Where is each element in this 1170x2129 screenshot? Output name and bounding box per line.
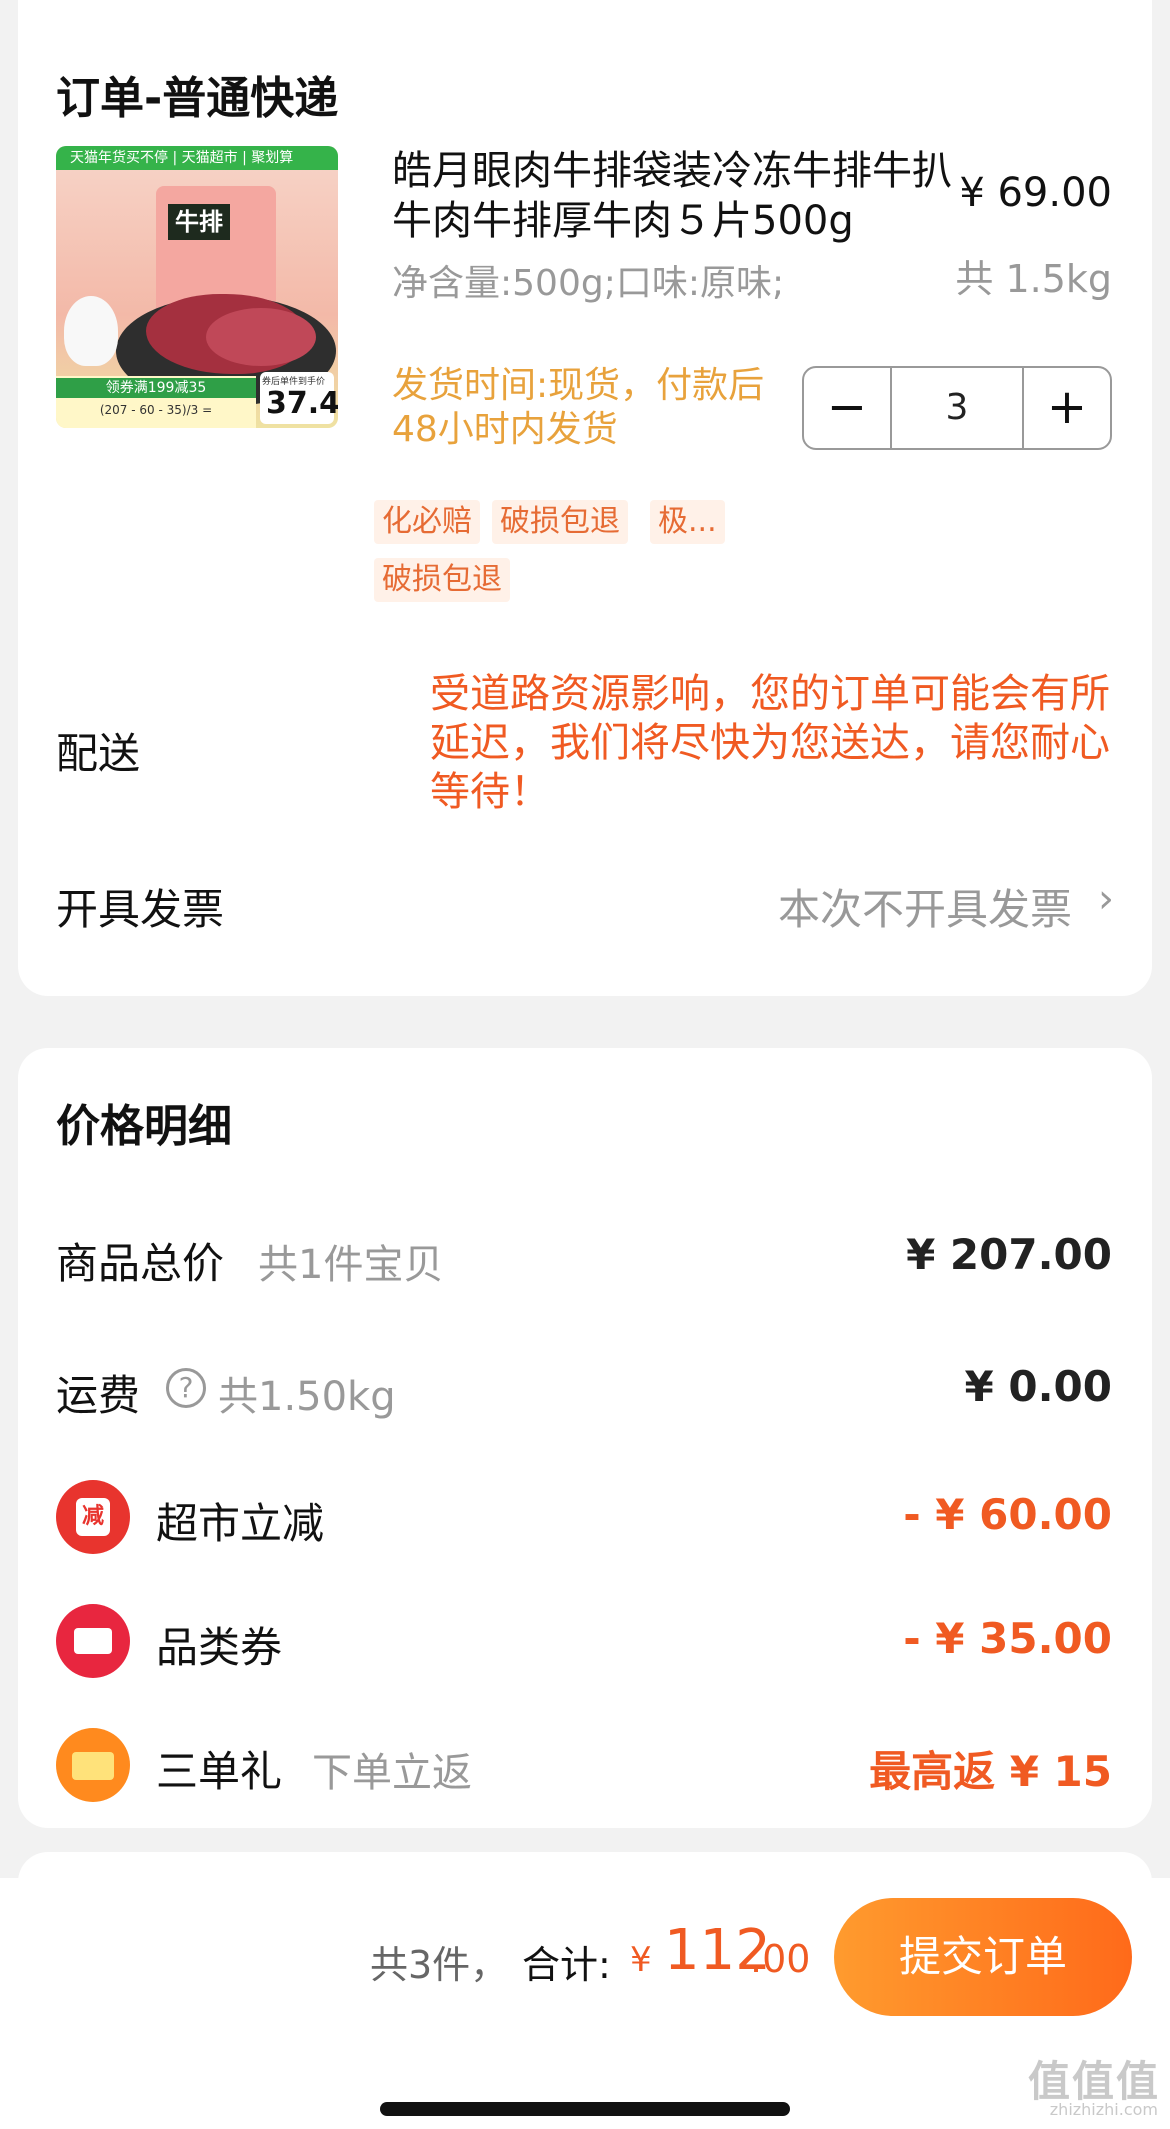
total-count: 共3件， xyxy=(370,1943,509,1987)
thumb-coupon-calc: (207 - 60 - 35)/3 = xyxy=(99,403,213,417)
thumb-bag-label: 牛排 xyxy=(168,204,230,240)
product-shipping-time: 发货时间:现货，付款后48小时内发货 xyxy=(392,365,765,450)
quantity-plus-button[interactable]: + xyxy=(1024,368,1110,448)
three-order-gift-value[interactable]: 最高返 ¥ 15 xyxy=(869,1738,1112,1799)
reduce-badge-icon: 减 xyxy=(56,1480,130,1554)
invoice-label[interactable]: 开具发票 xyxy=(56,876,224,937)
delivery-note: 受道路资源影响，您的订单可能会有所延迟，我们将尽快为您送达，请您耐心等待！ xyxy=(430,671,1110,815)
chevron-right-icon[interactable]: › xyxy=(1098,876,1114,922)
supermarket-discount-value: - ¥ 60.00 xyxy=(903,1490,1112,1539)
product-spec: 净含量:500g;口味:原味; xyxy=(392,263,785,304)
three-order-gift-label[interactable]: 三单礼 xyxy=(156,1738,282,1799)
quantity-stepper: − 3 + xyxy=(802,366,1112,450)
supermarket-discount-label: 超市立减 xyxy=(156,1499,325,1548)
thumb-mascot xyxy=(64,296,118,366)
shipping-weight: 共1.50kg xyxy=(218,1374,396,1420)
ticket-icon xyxy=(56,1604,130,1678)
goods-total-count: 共1件宝贝 xyxy=(258,1242,444,1288)
thumb-price: 37.4 xyxy=(266,386,338,421)
shipping-fee-label: 运费 xyxy=(56,1371,141,1420)
service-tag[interactable]: 破损包退 xyxy=(492,500,628,544)
total-amount-decimal: .00 xyxy=(750,1937,811,1981)
service-tag[interactable]: 化必赔 xyxy=(374,500,480,544)
invoice-value[interactable]: 本次不开具发票 xyxy=(778,876,1072,937)
service-tag[interactable]: 破损包退 xyxy=(374,558,510,602)
total-currency: ¥ xyxy=(630,1940,652,1980)
category-coupon-value[interactable]: - ¥ 35.00 xyxy=(903,1614,1112,1663)
shipping-fee-value: ¥ 0.00 xyxy=(964,1362,1112,1411)
order-card: 订单-普通快递 天猫年货买不停 | 天猫超市 | 聚划算 牛排 领券满199减3… xyxy=(18,0,1152,996)
thumb-steak-2 xyxy=(206,308,316,366)
submit-order-button[interactable]: 提交订单 xyxy=(834,1898,1132,2016)
goods-total-label: 商品总价 xyxy=(56,1239,225,1288)
goods-total-value: ¥ 207.00 xyxy=(906,1230,1112,1279)
price-detail-card: 价格明细 商品总价 共1件宝贝 ¥ 207.00 运费 ? 共1.50kg ¥ … xyxy=(18,1048,1152,1828)
product-price: ¥ 69.00 xyxy=(959,170,1112,216)
product-weight: 共 1.5kg xyxy=(955,257,1112,301)
three-order-gift-sub: 下单立返 xyxy=(312,1750,472,1796)
quantity-minus-button[interactable]: − xyxy=(804,368,890,448)
product-name[interactable]: 皓月眼肉牛排袋装冷冻牛排牛扒牛肉牛排厚牛肉５片500g xyxy=(392,146,962,246)
thumb-banner: 天猫年货买不停 | 天猫超市 | 聚划算 xyxy=(56,146,338,170)
home-indicator[interactable] xyxy=(380,2102,790,2116)
total-label: 合计: xyxy=(522,1943,611,1987)
product-thumbnail[interactable]: 天猫年货买不停 | 天猫超市 | 聚划算 牛排 领券满199减35 (207 -… xyxy=(56,146,338,428)
watermark-url: zhizhizhi.com xyxy=(1049,2100,1158,2119)
price-detail-title: 价格明细 xyxy=(56,1101,232,1152)
quantity-value[interactable]: 3 xyxy=(890,368,1024,448)
envelope-icon xyxy=(56,1728,130,1802)
order-section-title: 订单-普通快递 xyxy=(56,73,339,124)
question-circle-icon[interactable]: ? xyxy=(166,1368,206,1408)
category-coupon-label[interactable]: 品类券 xyxy=(156,1614,282,1675)
service-tag[interactable]: 极... xyxy=(650,500,725,544)
thumb-coupon: 领券满199减35 xyxy=(56,378,256,398)
delivery-label: 配送 xyxy=(56,729,141,778)
